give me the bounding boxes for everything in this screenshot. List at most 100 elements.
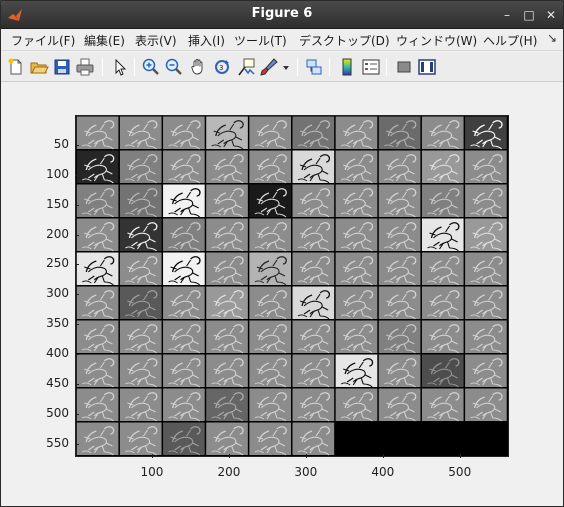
- menu-view[interactable]: 表示(V): [135, 32, 177, 49]
- brush-icon[interactable]: [259, 57, 279, 77]
- colorbar-icon[interactable]: [337, 57, 357, 77]
- feature-tile: [163, 286, 205, 320]
- feature-map-montage[interactable]: [75, 115, 509, 457]
- feature-tile: [76, 218, 119, 252]
- feature-tile: [119, 286, 162, 320]
- y-tick-mark: [75, 384, 79, 386]
- feature-tile: [378, 286, 421, 320]
- feature-tile: [292, 354, 335, 388]
- save-icon[interactable]: [52, 57, 72, 77]
- feature-tile: [421, 184, 464, 218]
- feature-tile: [465, 388, 507, 422]
- pan-hand-icon[interactable]: [188, 57, 208, 77]
- svg-text:3: 3: [219, 64, 223, 72]
- zoom-in-icon[interactable]: [141, 57, 161, 77]
- feature-tile: [249, 286, 292, 320]
- menu-tools[interactable]: ツール(T): [234, 32, 287, 49]
- feature-tile: [163, 184, 205, 218]
- menu-edit[interactable]: 編集(E): [84, 32, 125, 49]
- feature-tile: [421, 320, 464, 354]
- toolbar-separator: [386, 58, 387, 76]
- feature-tile: [119, 184, 162, 218]
- close-button[interactable]: ✕: [542, 6, 560, 24]
- feature-tile: [119, 320, 162, 354]
- x-tick-mark: [305, 454, 307, 458]
- feature-tile: [76, 252, 119, 286]
- pointer-icon[interactable]: [110, 57, 130, 77]
- feature-tile: [292, 388, 335, 422]
- feature-tile: [465, 150, 507, 184]
- feature-tile: [292, 320, 335, 354]
- feature-tile: [249, 320, 292, 354]
- print-icon[interactable]: [75, 57, 95, 77]
- open-file-icon[interactable]: [29, 57, 49, 77]
- feature-tile: [421, 150, 464, 184]
- y-tick-mark: [75, 413, 79, 415]
- feature-tile: [335, 286, 378, 320]
- feature-tile: [119, 388, 162, 422]
- feature-tile: [421, 388, 464, 422]
- brush-dropdown-icon[interactable]: [281, 57, 291, 77]
- rotate-3d-icon[interactable]: 3: [212, 57, 232, 77]
- feature-tile: [206, 218, 248, 252]
- feature-tile: [206, 422, 248, 456]
- feature-tile: [206, 116, 248, 150]
- feature-tile: [335, 388, 378, 422]
- show-plot-tools-icon[interactable]: [417, 57, 437, 77]
- feature-tile: [465, 354, 507, 388]
- y-tick-mark: [75, 324, 79, 326]
- legend-icon[interactable]: [361, 57, 381, 77]
- feature-tile: [465, 320, 507, 354]
- feature-tile: [249, 422, 292, 456]
- feature-tile: [292, 184, 335, 218]
- minimize-button[interactable]: –: [498, 6, 516, 24]
- x-tick-mark: [382, 454, 384, 458]
- y-tick-label: 500: [46, 405, 69, 420]
- feature-tile: [206, 388, 248, 422]
- feature-tile: [249, 388, 292, 422]
- menu-overflow-icon[interactable]: ↘: [547, 31, 557, 45]
- menu-desktop[interactable]: デスクトップ(D): [299, 32, 390, 49]
- hide-plot-tools-icon[interactable]: [394, 57, 414, 77]
- zoom-out-icon[interactable]: [164, 57, 184, 77]
- y-tick-label: 400: [46, 346, 69, 361]
- new-figure-icon[interactable]: [6, 57, 26, 77]
- y-tick-label: 150: [46, 196, 69, 211]
- feature-tile: [292, 116, 335, 150]
- feature-tile: [163, 252, 205, 286]
- feature-tile: [163, 150, 205, 184]
- toolbar-separator: [297, 58, 298, 76]
- feature-tile: [378, 116, 421, 150]
- figure-toolbar: 3: [1, 52, 563, 82]
- data-cursor-icon[interactable]: [236, 57, 256, 77]
- y-tick-label: 250: [46, 256, 69, 271]
- menu-help[interactable]: ヘルプ(H): [483, 32, 537, 49]
- feature-tile: [119, 150, 162, 184]
- feature-tile: [76, 388, 119, 422]
- feature-tile: [76, 422, 119, 456]
- feature-tile: [163, 116, 205, 150]
- feature-tile: [249, 218, 292, 252]
- feature-tile: [421, 218, 464, 252]
- menu-insert[interactable]: 挿入(I): [188, 32, 225, 49]
- y-tick-mark: [75, 204, 79, 206]
- title-bar[interactable]: Figure 6 – □ ✕: [1, 1, 563, 29]
- toolbar-separator: [102, 58, 103, 76]
- link-plot-icon[interactable]: [304, 57, 324, 77]
- maximize-button[interactable]: □: [520, 6, 538, 24]
- feature-tile: [421, 286, 464, 320]
- menu-file[interactable]: ファイル(F): [11, 32, 75, 49]
- x-tick-label: 100: [140, 465, 164, 479]
- y-tick-mark: [75, 144, 79, 146]
- feature-tile: [335, 320, 378, 354]
- feature-tile: [76, 116, 119, 150]
- feature-tile: [76, 184, 119, 218]
- y-tick-label: 350: [46, 316, 69, 331]
- feature-tile: [76, 320, 119, 354]
- feature-tile: [206, 354, 248, 388]
- feature-tile: [206, 150, 248, 184]
- feature-tile: [206, 320, 248, 354]
- feature-tile: [163, 218, 205, 252]
- y-tick-label: 550: [46, 435, 69, 450]
- menu-window[interactable]: ウィンドウ(W): [396, 32, 477, 49]
